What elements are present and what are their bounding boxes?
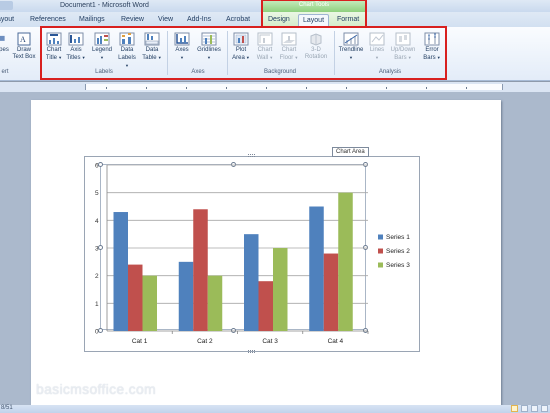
legend-label-series-2: Series 2: [386, 248, 410, 255]
legend-label-series-1: Series 1: [386, 234, 410, 241]
web-layout-view-icon[interactable]: [531, 405, 538, 412]
y-tick-label: 6: [95, 163, 99, 170]
y-tick-label: 3: [95, 246, 99, 253]
legend-swatch-series-1: [378, 234, 383, 240]
bar-series-1-cat-4: [309, 206, 324, 331]
x-category-label: Cat 2: [197, 338, 213, 345]
bar-series-3-cat-4: [338, 192, 353, 331]
print-layout-view-icon[interactable]: [511, 405, 518, 412]
x-category-label: Cat 3: [262, 338, 278, 345]
bar-series-1-cat-2: [178, 261, 194, 331]
page-count: 8/51: [1, 405, 13, 411]
bar-series-2-cat-1: [128, 264, 143, 331]
legend-swatch-series-2: [378, 248, 383, 254]
bar-series-2-cat-3: [258, 281, 273, 331]
bar-series-3-cat-3: [273, 248, 288, 331]
bar-series-1-cat-3: [244, 234, 259, 331]
legend-swatch-series-3: [378, 262, 383, 268]
y-tick-label: 5: [95, 190, 99, 197]
watermark-text: basicmsoffice.com: [36, 381, 156, 397]
y-tick-label: 1: [95, 301, 99, 308]
y-tick-label: 4: [95, 218, 99, 225]
x-category-label: Cat 1: [132, 338, 148, 345]
bar-series-2-cat-4: [323, 253, 339, 331]
y-tick-label: 0: [95, 329, 99, 336]
outline-view-icon[interactable]: [541, 405, 548, 412]
legend-label-series-3: Series 3: [386, 262, 410, 269]
bar-series-3-cat-1: [142, 275, 157, 331]
status-bar: 8/51: [0, 405, 550, 413]
chart-area-tooltip: Chart Area: [332, 147, 369, 157]
full-screen-view-icon[interactable]: [521, 405, 528, 412]
bar-series-2-cat-2: [193, 209, 208, 331]
bar-series-1-cat-1: [113, 212, 128, 331]
chart-svg: 0 1 2 3 4 5 6 Cat 1 Cat 2 Cat 3 Cat 4 Series 1 Serie…: [95, 163, 410, 346]
x-category-label: Cat 4: [328, 338, 344, 345]
bar-series-3-cat-2: [207, 275, 223, 331]
y-tick-label: 2: [95, 273, 99, 280]
